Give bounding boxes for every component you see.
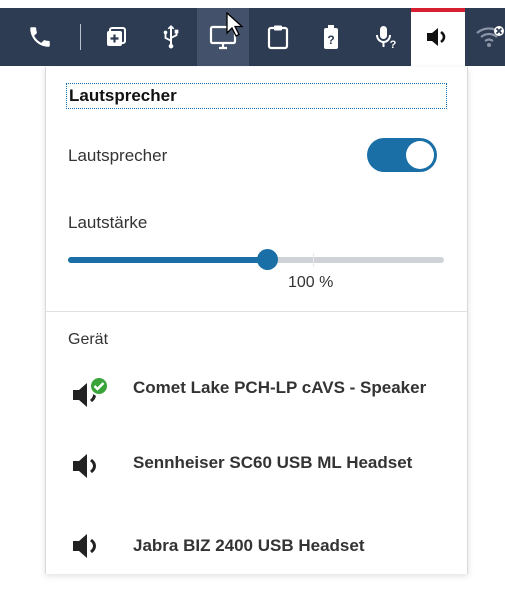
volume-slider-fill — [68, 257, 267, 263]
device-item[interactable]: Comet Lake PCH-LP cAVS - Speaker — [66, 375, 446, 431]
device-item[interactable]: Jabra BIZ 2400 USB Headset — [66, 533, 446, 589]
usb-button[interactable] — [152, 8, 190, 66]
wifi-off-icon — [476, 26, 504, 47]
volume-slider-track[interactable] — [68, 257, 444, 263]
device-header: Gerät — [68, 331, 109, 348]
speaker-toggle-label: Lautsprecher — [68, 146, 168, 165]
clipboard-button[interactable] — [259, 8, 297, 66]
divider — [46, 311, 467, 312]
add-window-button[interactable] — [97, 8, 135, 66]
svg-text:?: ? — [390, 39, 397, 50]
speaker-panel: Lautsprecher Lautsprecher Lautstärke 100… — [45, 67, 468, 574]
svg-text:?: ? — [327, 33, 334, 47]
battery-button[interactable]: ? — [312, 8, 350, 66]
phone-icon — [30, 27, 50, 47]
volume-value: 100 % — [288, 274, 334, 291]
top-toolbar: ? ? — [0, 0, 505, 67]
volume-slider-tick — [313, 253, 314, 267]
volume-label: Lautstärke — [68, 213, 148, 232]
speaker-selected-icon — [73, 376, 109, 407]
mouse-cursor-icon — [226, 12, 244, 37]
device-label: Sennheiser SC60 USB ML Headset — [133, 453, 413, 472]
clipboard-icon — [267, 25, 289, 50]
device-label: Comet Lake PCH-LP cAVS - Speaker — [133, 378, 427, 397]
speaker-button[interactable] — [411, 8, 465, 66]
microphone-button[interactable]: ? — [367, 8, 405, 66]
device-label: Jabra BIZ 2400 USB Headset — [133, 536, 365, 555]
add-window-icon — [107, 27, 126, 46]
speaker-icon — [73, 534, 97, 558]
active-indicator — [411, 8, 465, 12]
toolbar-separator — [80, 24, 81, 50]
speaker-icon — [427, 28, 446, 46]
wifi-button[interactable] — [475, 8, 505, 66]
speaker-toggle[interactable] — [367, 138, 437, 172]
panel-title: Lautsprecher — [66, 83, 447, 109]
volume-slider-thumb[interactable] — [257, 249, 278, 270]
battery-icon: ? — [324, 25, 338, 49]
device-item[interactable]: Sennheiser SC60 USB ML Headset — [66, 450, 446, 506]
speaker-icon — [73, 454, 97, 478]
toggle-knob — [406, 141, 434, 169]
phone-button[interactable] — [21, 8, 59, 66]
microphone-icon: ? — [376, 26, 397, 50]
usb-icon — [163, 25, 179, 49]
